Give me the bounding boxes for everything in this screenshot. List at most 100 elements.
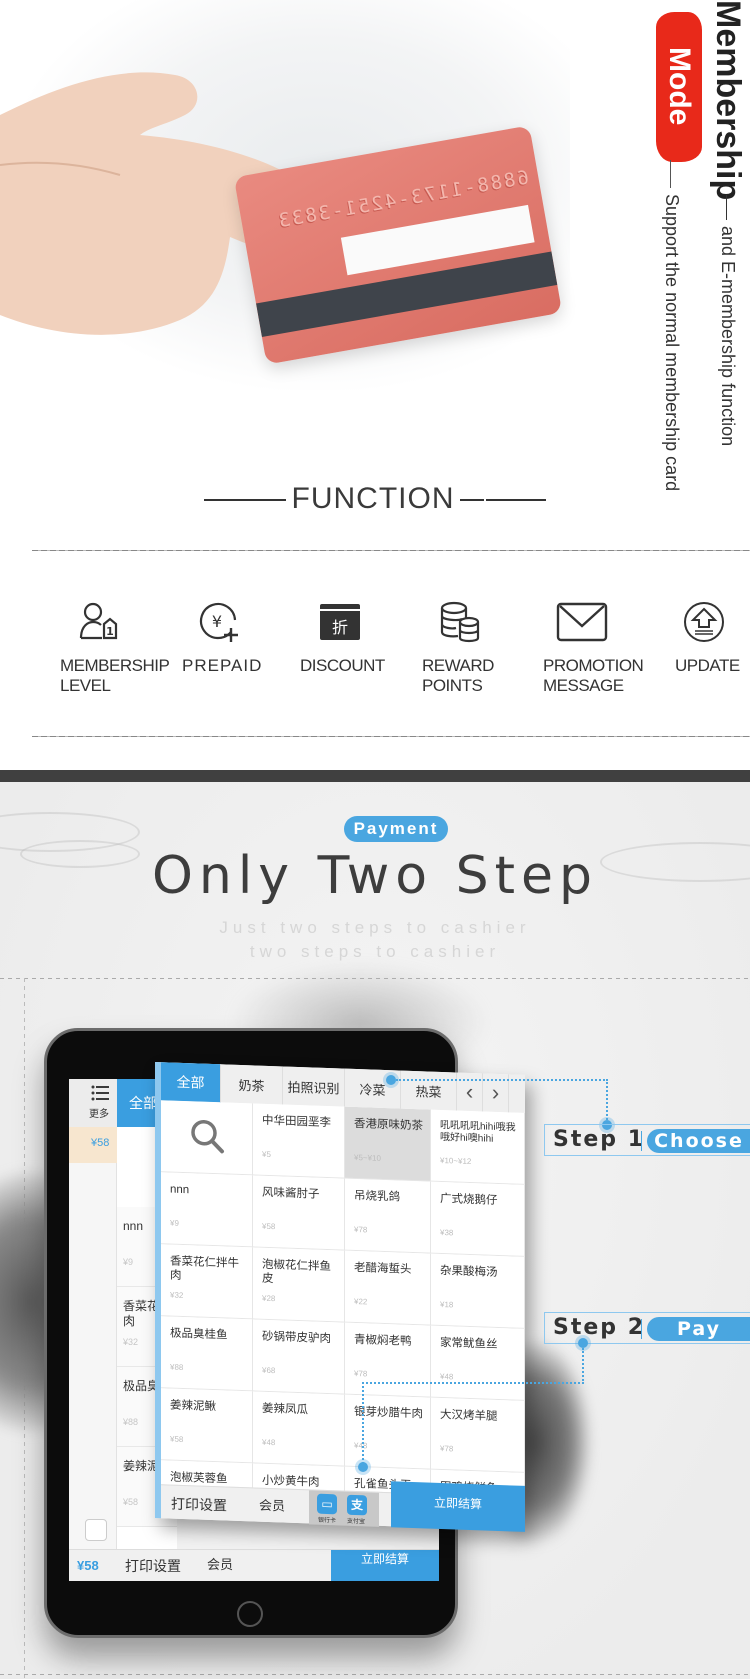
bank-card-icon[interactable]: ▭	[317, 1493, 337, 1515]
order-price: ¥58	[91, 1137, 110, 1149]
product-price: ¥32	[170, 1290, 184, 1300]
alipay-label: 支付宝	[347, 1518, 366, 1526]
product-price: ¥78	[354, 1224, 368, 1235]
product-price: ¥9	[170, 1218, 179, 1228]
svg-text:¥: ¥	[212, 612, 222, 631]
product-cell[interactable]: 砂锅带皮驴肉 ¥68	[253, 1319, 345, 1395]
product-grid: 中华田园垩李 ¥5 香港原味奶茶 ¥5~¥10 吼吼吼吼hihi哦我哦好hi噢hihi ¥…	[161, 1100, 525, 1497]
envelope-icon	[556, 600, 608, 644]
print-settings-button[interactable]: 打印设置	[125, 1556, 181, 1576]
product-name: 吊烧乳鸽	[354, 1189, 400, 1204]
product-cell[interactable]: 姜辣泥鳅 ¥58	[161, 1388, 253, 1464]
product-cell[interactable]: 杂果酸梅汤 ¥18	[431, 1253, 525, 1329]
print-settings-button[interactable]: 打印设置	[171, 1494, 227, 1516]
checkout-button[interactable]: 立即结算	[331, 1550, 439, 1581]
step-2-connector	[362, 1382, 584, 1384]
product-name: 大汉烤羊腿	[440, 1408, 498, 1423]
product-price: ¥78	[440, 1443, 454, 1454]
step-2-label: Step 2	[553, 1315, 645, 1340]
feature-label: MEMBERSHIP LEVEL	[60, 656, 170, 695]
membership-section: 6888-1173-4251-3833 Mode Membership and …	[0, 0, 750, 770]
product-cell[interactable]: 香菜花仁拌牛肉 ¥32	[161, 1244, 253, 1320]
product-cell[interactable]: 银芽炒腊牛肉 ¥48	[345, 1394, 431, 1470]
membership-subtitle-2: Support the normal membership card	[662, 194, 682, 492]
product-cell[interactable]: 风味酱肘子 ¥58	[253, 1175, 345, 1251]
product-price: ¥48	[354, 1440, 368, 1451]
product-cell[interactable]: 大汉烤羊腿 ¥78	[431, 1397, 525, 1473]
step-2-action: Pay	[647, 1317, 750, 1341]
section-divider-band	[0, 770, 750, 782]
product-cell[interactable]: 青椒焖老鸭 ¥78	[345, 1322, 431, 1398]
product-price: ¥10~¥12	[440, 1155, 472, 1167]
membership-subtitle-1: and E-membership function	[718, 226, 738, 447]
bank-card-label: 银行卡	[318, 1517, 337, 1525]
product-price: ¥48	[440, 1371, 454, 1382]
product-name: 泡椒花仁拌鱼皮	[262, 1258, 331, 1286]
product-cell[interactable]: 香港原味奶茶 ¥5~¥10	[345, 1106, 431, 1182]
tab-all[interactable]: 全部	[161, 1062, 221, 1103]
heading-dash-left	[203, 499, 264, 502]
payment-methods: ▭ 银行卡 支 支付宝	[309, 1490, 379, 1527]
product-name: 家常鱿鱼丝	[440, 1336, 498, 1351]
function-title: FUNCTION	[291, 482, 455, 515]
product-price: ¥88	[170, 1362, 184, 1372]
product-cell[interactable]: nnn ¥9	[161, 1172, 253, 1248]
select-checkbox[interactable]	[85, 1519, 107, 1541]
update-arrow-icon	[682, 600, 726, 644]
list-more-icon[interactable]	[91, 1085, 109, 1101]
feature-label: PREPAID	[182, 656, 263, 675]
product-cell[interactable]: 吊烧乳鸽 ¥78	[345, 1178, 431, 1254]
product-name: 姜辣泥鳅	[170, 1399, 216, 1414]
product-price: ¥38	[440, 1227, 454, 1238]
membership-title: Membership	[709, 0, 747, 201]
payment-subtitle-1: Just two steps to cashier	[219, 918, 531, 937]
product-name: 杂果酸梅汤	[440, 1264, 498, 1279]
payment-title: Only Two Step	[151, 846, 599, 906]
product-name: 香港原味奶茶	[354, 1117, 423, 1133]
product-cell[interactable]: 姜辣凤瓜 ¥48	[253, 1391, 345, 1467]
step-1-action: Choose	[647, 1129, 750, 1153]
payment-subtitle-2: two steps to cashier	[249, 942, 501, 961]
divider	[32, 550, 750, 551]
vertical-title: Mode Membership and E-membership functio…	[600, 0, 750, 540]
order-total: ¥58	[77, 1558, 99, 1573]
sidebar-header: 更多	[69, 1079, 117, 1127]
payment-section: Payment Only Two Step Just two steps to …	[0, 782, 750, 1679]
divider	[670, 160, 671, 188]
step-1-anchor-dot	[386, 1075, 396, 1085]
product-cell[interactable]: 广式烧鹅仔 ¥38	[431, 1181, 525, 1257]
feature-label: UPDATE	[675, 656, 740, 675]
step-2-anchor-dot	[358, 1462, 368, 1472]
step-separator	[641, 1319, 642, 1339]
product-name: 银芽炒腊牛肉	[354, 1405, 423, 1421]
product-price: ¥58	[170, 1434, 184, 1444]
product-name: 风味酱肘子	[262, 1186, 320, 1201]
search-cell[interactable]	[161, 1100, 253, 1176]
feature-list: 1 MEMBERSHIP LEVEL ¥ PREPAID 折 DISCOUNT R…	[0, 600, 750, 700]
product-cell[interactable]: 极品臭桂鱼 ¥88	[161, 1316, 253, 1392]
tab-photo-recognition[interactable]: 拍照识别	[283, 1066, 345, 1107]
divider	[32, 736, 750, 737]
product-cell[interactable]: 老醋海蜇头 ¥22	[345, 1250, 431, 1326]
guide-line	[0, 1674, 750, 1675]
tab-all[interactable]: 全部	[117, 1079, 157, 1127]
product-cell[interactable]: 家常鱿鱼丝 ¥48	[431, 1325, 525, 1401]
step-1-label: Step 1	[553, 1127, 645, 1152]
divider	[726, 195, 727, 220]
step-2-connector	[582, 1348, 584, 1384]
product-cell[interactable]: 泡椒花仁拌鱼皮 ¥28	[253, 1247, 345, 1323]
heading-dash-right	[460, 499, 485, 502]
checkout-button[interactable]: 立即结算	[391, 1481, 525, 1532]
product-name: 砂锅带皮驴肉	[262, 1330, 331, 1346]
search-icon[interactable]	[189, 1117, 225, 1154]
alipay-icon[interactable]: 支	[347, 1494, 367, 1516]
member-button[interactable]: 会员	[259, 1495, 285, 1515]
product-price: ¥22	[354, 1296, 368, 1307]
product-name: nnn	[170, 1183, 190, 1197]
product-cell[interactable]: 中华田园垩李 ¥5	[253, 1103, 345, 1179]
product-cell[interactable]: 吼吼吼吼hihi哦我哦好hi噢hihi ¥10~¥12	[431, 1109, 525, 1185]
member-button[interactable]: 会员	[207, 1554, 233, 1573]
product-price: ¥5	[262, 1149, 271, 1160]
tab-milk-tea[interactable]: 奶茶	[221, 1064, 283, 1105]
tab-hot-dishes[interactable]: 热菜	[401, 1070, 457, 1111]
